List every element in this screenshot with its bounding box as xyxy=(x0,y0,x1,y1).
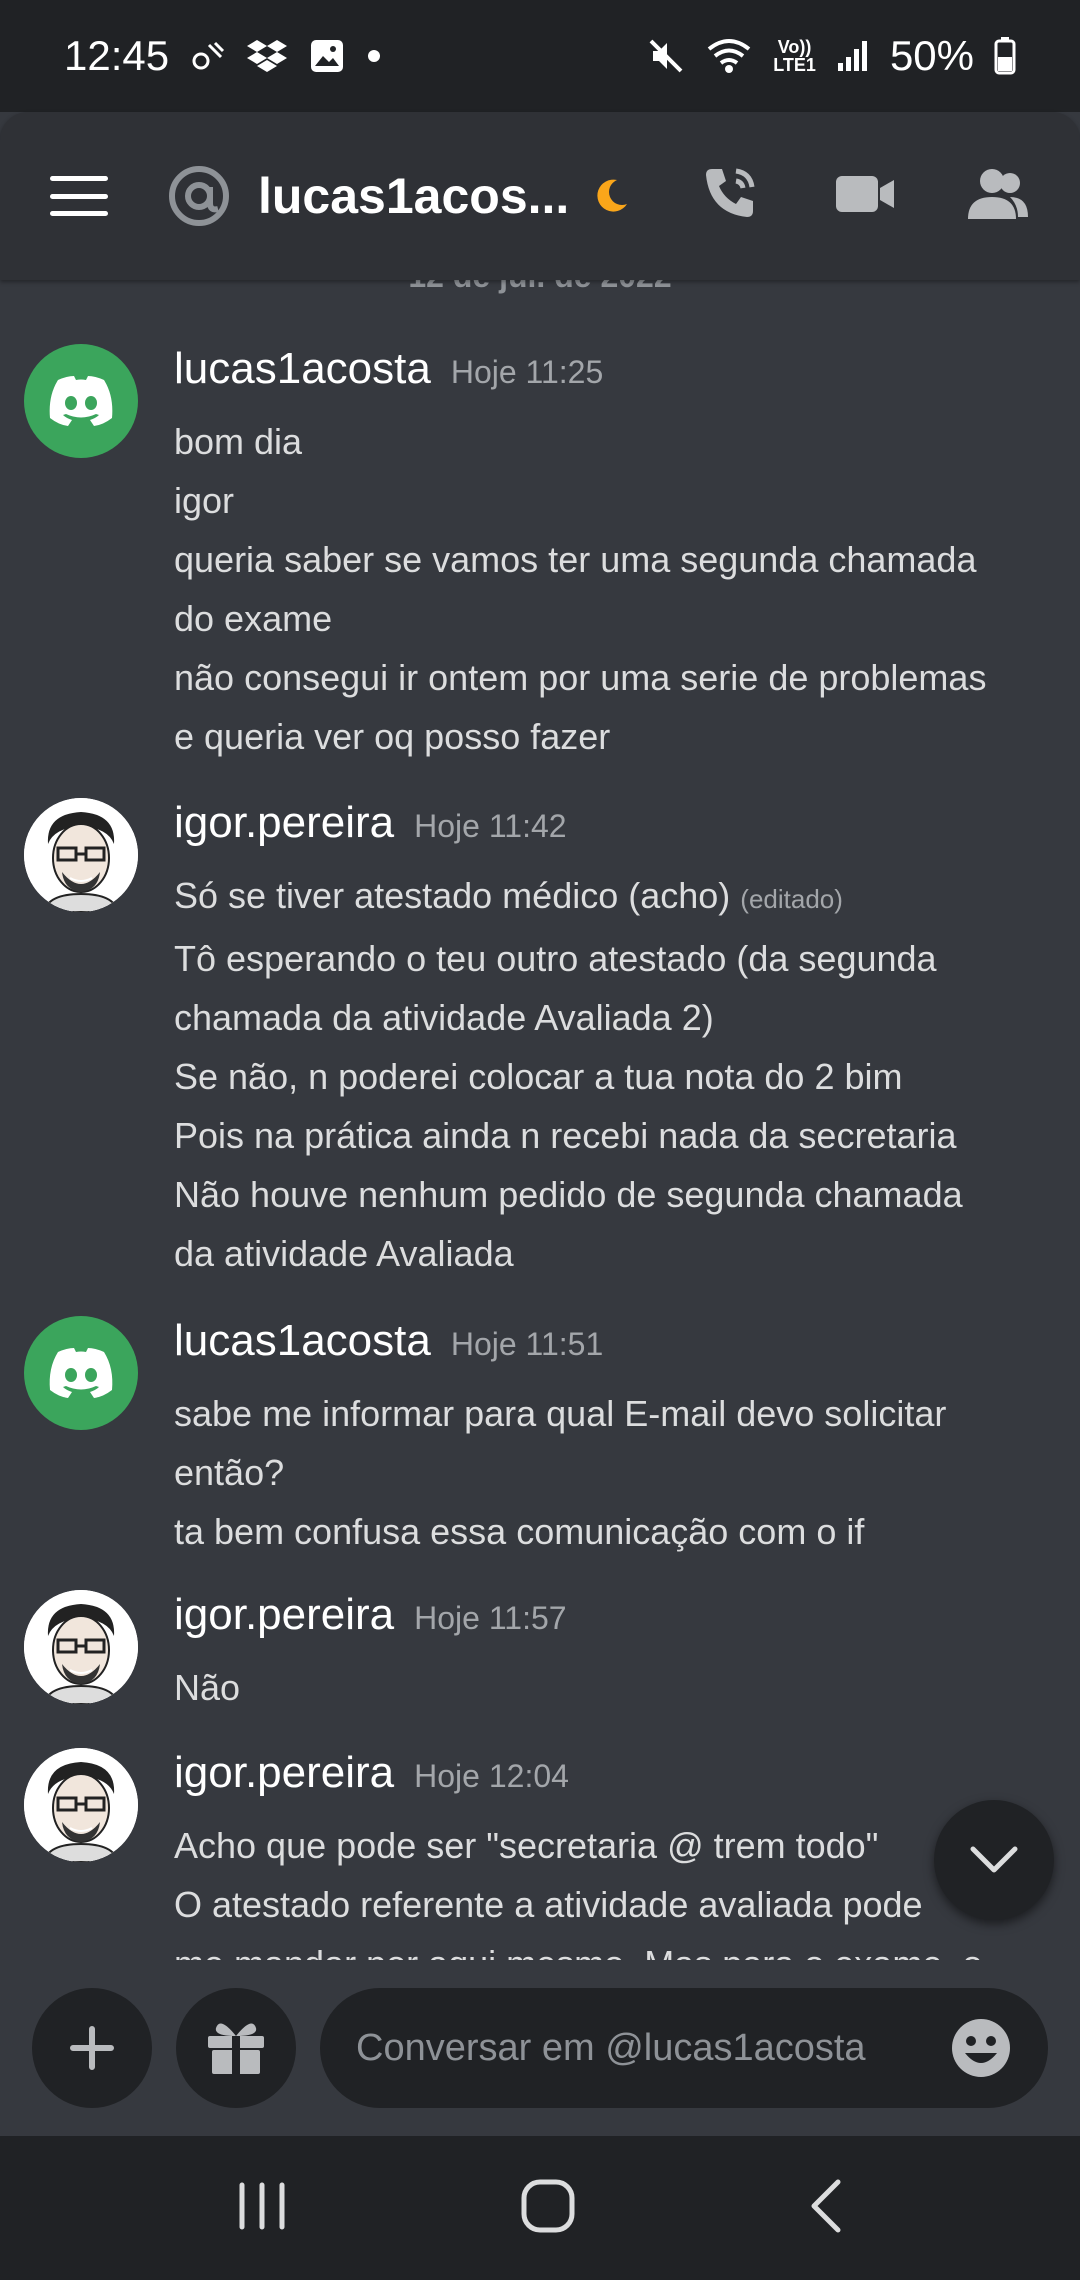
username[interactable]: lucas1acosta xyxy=(174,1316,431,1366)
face-photo-icon xyxy=(24,1590,138,1704)
message-line: Tô esperando o teu outro atestado (da se… xyxy=(174,938,937,979)
face-photo-icon xyxy=(24,1748,138,1862)
channel-header: lucas1acos... xyxy=(0,112,1080,280)
message-line: O atestado referente a atividade avaliad… xyxy=(174,1884,923,1925)
message-line: Se não, n poderei colocar a tua nota do … xyxy=(174,1056,903,1097)
message-composer: Conversar em @lucas1acosta xyxy=(0,1960,1080,2136)
face-photo-icon xyxy=(24,798,138,912)
message-input[interactable]: Conversar em @lucas1acosta xyxy=(320,1988,1048,2108)
at-icon xyxy=(169,166,229,226)
menu-icon[interactable] xyxy=(50,176,108,216)
emoji-icon[interactable] xyxy=(950,2017,1012,2079)
wifi-icon xyxy=(705,37,753,75)
status-bar: 12:45 Vo)) LTE1 50% xyxy=(0,0,1080,112)
members-button[interactable] xyxy=(966,167,1030,226)
battery-percent: 50% xyxy=(889,32,974,79)
username[interactable]: igor.pereira xyxy=(174,1590,394,1640)
voice-call-button[interactable] xyxy=(698,161,764,232)
message-line: sabe me informar para qual E-mail devo s… xyxy=(174,1393,947,1434)
volte-icon: Vo)) LTE1 xyxy=(773,38,816,74)
dot-icon xyxy=(367,49,381,63)
recent-apps-button[interactable] xyxy=(236,2181,288,2236)
timestamp: Hoje 11:51 xyxy=(450,1326,604,1362)
channel-title[interactable]: lucas1acos... xyxy=(258,167,569,225)
edited-label: (editado) xyxy=(740,884,843,914)
message-line: ta bem confusa essa comunicação com o if xyxy=(174,1511,865,1552)
scroll-to-bottom-button[interactable] xyxy=(934,1800,1054,1920)
volte-bottom-label: LTE1 xyxy=(773,55,816,75)
timestamp: Hoje 12:04 xyxy=(414,1758,569,1794)
phone-call-icon xyxy=(706,168,755,217)
battery-icon xyxy=(994,37,1016,75)
activity-icon xyxy=(191,39,225,73)
username[interactable]: lucas1acosta xyxy=(174,344,431,394)
recent-apps-icon xyxy=(239,2182,285,2229)
mute-icon xyxy=(647,37,685,75)
discord-logo-icon xyxy=(49,1348,113,1398)
message-line: e queria ver oq posso fazer xyxy=(174,716,611,757)
timestamp: Hoje 11:42 xyxy=(414,808,567,844)
avatar[interactable] xyxy=(24,1316,138,1430)
status-time: 12:45 xyxy=(64,32,170,79)
message-line: queria saber se vamos ter uma segunda ch… xyxy=(174,539,977,580)
gallery-icon xyxy=(309,38,345,74)
dropbox-icon xyxy=(247,38,288,74)
system-navigation-bar xyxy=(0,2136,1080,2280)
plus-icon xyxy=(70,2026,114,2070)
avatar[interactable] xyxy=(24,344,138,458)
gift-icon xyxy=(208,2023,264,2074)
discord-logo-icon xyxy=(49,376,113,426)
message-line: Não xyxy=(174,1667,241,1708)
message-line: da atividade Avaliada xyxy=(174,1233,514,1274)
message-input-placeholder: Conversar em @lucas1acosta xyxy=(356,2026,866,2069)
message-line: Pois na prática ainda n recebi nada da s… xyxy=(174,1115,957,1156)
avatar[interactable] xyxy=(24,798,138,912)
video-camera-icon xyxy=(836,175,894,212)
members-icon xyxy=(968,168,1028,219)
message-line: não consegui ir ontem por uma serie de p… xyxy=(174,657,987,698)
video-call-button[interactable] xyxy=(834,172,896,221)
home-button[interactable] xyxy=(520,2178,576,2239)
attach-button[interactable] xyxy=(32,1988,152,2108)
message-line: igor xyxy=(174,480,235,521)
timestamp: Hoje 11:57 xyxy=(414,1600,567,1636)
message-text: Só se tiver atestado médico (acho) xyxy=(174,875,731,916)
message-line: chamada da atividade Avaliada 2) xyxy=(174,997,714,1038)
message-line: então? xyxy=(174,1452,285,1493)
timestamp: Hoje 11:25 xyxy=(450,354,604,390)
chevron-down-icon xyxy=(970,1846,1018,1873)
username[interactable]: igor.pereira xyxy=(174,1748,394,1798)
username[interactable]: igor.pereira xyxy=(174,798,394,848)
back-icon xyxy=(811,2179,841,2232)
gift-button[interactable] xyxy=(176,1988,296,2108)
message-line: bom dia xyxy=(174,421,303,462)
idle-status-icon xyxy=(597,179,628,212)
back-button[interactable] xyxy=(808,2178,844,2239)
message-line: Acho que pode ser "secretaria @ trem tod… xyxy=(174,1825,879,1866)
volte-top-label: Vo)) xyxy=(777,37,812,57)
message-line: Só se tiver atestado médico (acho) (edita… xyxy=(174,866,1054,929)
signal-icon xyxy=(836,39,870,73)
message-line: me mandar por aqui mesmo. Mas para o exa… xyxy=(174,1934,1054,1960)
message-list[interactable]: 12 de jul. de 2022 lucas1acosta Hoje 11:… xyxy=(0,280,1080,1960)
avatar[interactable] xyxy=(24,1590,138,1704)
message-line: do exame xyxy=(174,598,333,639)
avatar[interactable] xyxy=(24,1748,138,1862)
home-icon xyxy=(521,2179,575,2232)
message-line: Não houve nenhum pedido de segunda chama… xyxy=(174,1174,963,1215)
date-divider: 12 de jul. de 2022 xyxy=(0,280,1080,295)
